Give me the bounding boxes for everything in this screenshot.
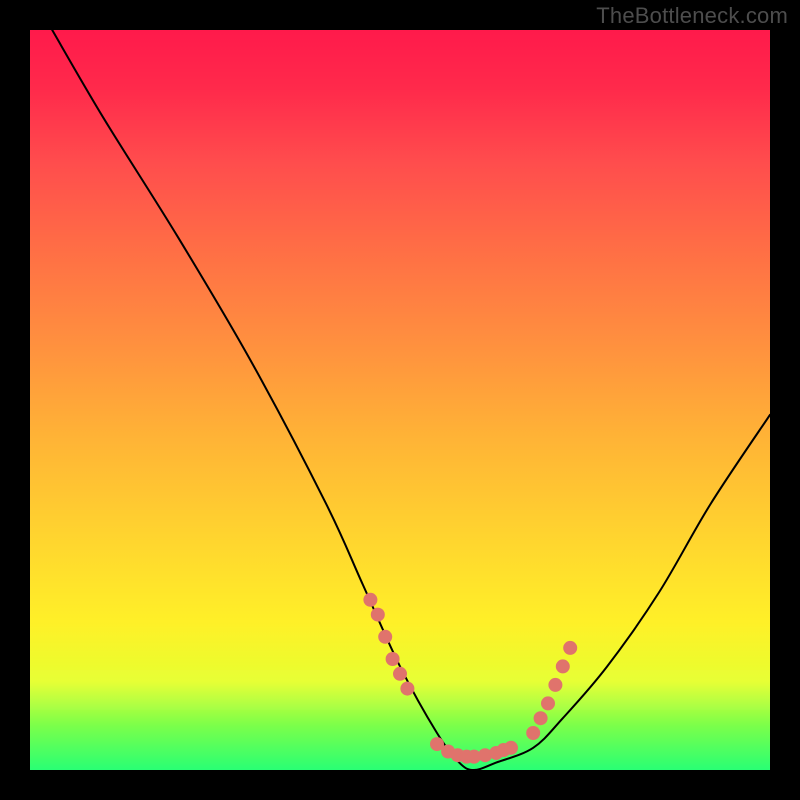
highlight-dot [363, 593, 377, 607]
plot-area [30, 30, 770, 770]
chart-frame: TheBottleneck.com [0, 0, 800, 800]
highlight-dot [541, 696, 555, 710]
bottleneck-curve [52, 30, 770, 770]
chart-svg [30, 30, 770, 770]
highlight-dot [534, 711, 548, 725]
highlight-dot [548, 678, 562, 692]
highlight-dot [504, 741, 518, 755]
highlight-dot [400, 682, 414, 696]
watermark-text: TheBottleneck.com [596, 3, 788, 29]
highlight-dot [563, 641, 577, 655]
highlight-dot [526, 726, 540, 740]
highlight-dot [393, 667, 407, 681]
highlight-dot [386, 652, 400, 666]
highlight-dot [378, 630, 392, 644]
highlight-dot [371, 608, 385, 622]
highlight-dot [556, 659, 570, 673]
